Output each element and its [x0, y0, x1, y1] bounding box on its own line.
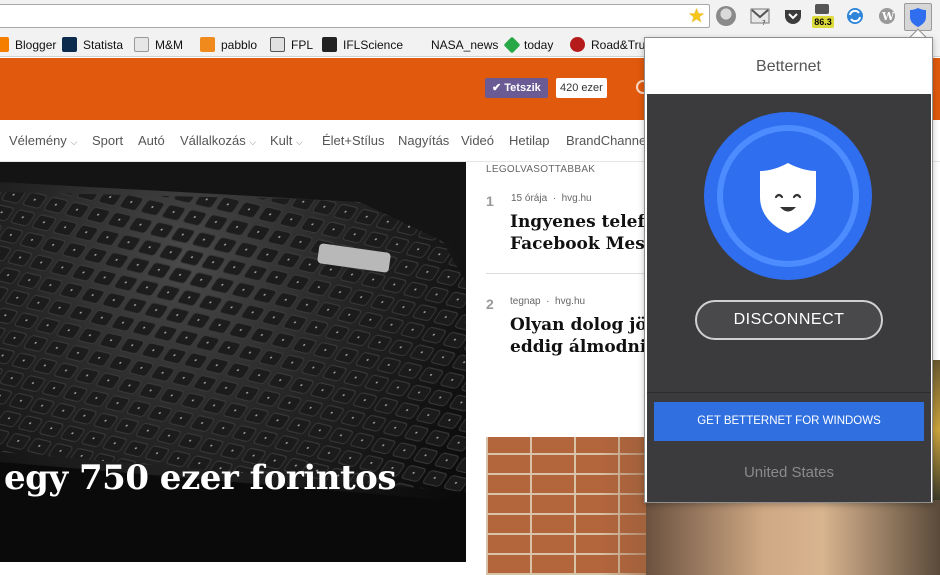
nav-item-elet-stilus[interactable]: Élet+Stílus — [322, 133, 385, 148]
statista-icon — [62, 37, 77, 52]
bookmark-roadtrip[interactable]: Road&Tru — [570, 36, 645, 53]
bookmark-label: pabblo — [221, 37, 258, 52]
laptop-photo — [0, 162, 466, 562]
extension-badge: 86.3 — [812, 16, 834, 28]
ring-mid — [717, 125, 859, 267]
pocket-icon[interactable] — [783, 6, 803, 26]
bookmark-label: M&M — [155, 37, 183, 52]
rank-number: 2 — [486, 296, 494, 312]
bookmark-star-icon[interactable]: ★ — [688, 6, 705, 26]
rocket-icon — [322, 37, 337, 52]
article-source: hvg.hu — [561, 193, 592, 204]
article-time: tegnap — [510, 296, 541, 307]
betternet-icon[interactable] — [904, 3, 932, 31]
browser-toolbar: ★ ? 86.3 W — [0, 0, 940, 32]
chevron-down-icon: ⌵ — [249, 137, 257, 147]
bookmark-iflscience[interactable]: IFLScience — [322, 36, 403, 53]
nav-label: Vállalkozás — [180, 133, 246, 148]
person-photo[interactable] — [646, 500, 940, 575]
popup-title: Betternet — [756, 58, 821, 75]
nav-item-brandchannel[interactable]: BrandChannel — [566, 133, 649, 148]
nav-item-auto[interactable]: Autó — [138, 133, 165, 148]
profile-face-icon[interactable] — [716, 6, 736, 26]
nav-item-kult[interactable]: Kult ⌵ — [270, 133, 303, 148]
ring-inner — [723, 131, 853, 261]
bookmark-label: FPL — [291, 37, 314, 52]
article-time: 15 órája — [511, 193, 548, 204]
nav-item-video[interactable]: Videó — [461, 133, 494, 148]
bookmark-fpl[interactable]: FPL — [270, 36, 313, 53]
bookmark-mm[interactable]: M&M — [134, 36, 183, 53]
betternet-popup: Betternet DISCONNECT GET BETTERNET FOR W… — [644, 37, 933, 503]
side-photo-strip — [932, 360, 940, 500]
smiling-shield-icon — [760, 163, 816, 233]
nav-label: Kult — [270, 133, 293, 148]
chevron-down-icon: ⌵ — [296, 137, 303, 147]
bookmark-label: Road&Tru — [591, 37, 646, 52]
nav-item-vallalkozas[interactable]: Vállalkozás ⌵ — [180, 133, 256, 148]
get-windows-button[interactable]: GET BETTERNET FOR WINDOWS — [654, 402, 924, 441]
bookmark-label: IFLScience — [343, 37, 404, 52]
mm-icon — [134, 37, 149, 52]
most-read-heading: LEGOLVASOTTABBAK — [486, 164, 596, 175]
bookmark-label: Statista — [83, 37, 124, 52]
popup-body: DISCONNECT GET BETTERNET FOR WINDOWS Uni… — [647, 94, 931, 502]
bookmark-blogger[interactable]: Blogger — [0, 36, 56, 53]
connection-status-ring — [704, 112, 872, 280]
photo-shade — [600, 437, 646, 575]
bookmark-today[interactable]: today — [503, 36, 554, 53]
bookmark-label: NASA_news — [431, 37, 499, 52]
chevron-down-icon: ⌵ — [70, 137, 78, 147]
bookmark-pabblo[interactable]: pabblo — [200, 36, 257, 53]
rank-number: 1 — [486, 193, 494, 209]
pabblo-icon — [200, 37, 215, 52]
article-meta: tegnap · hvg.hu — [510, 296, 586, 307]
bookmark-label: today — [524, 37, 554, 52]
today-icon — [503, 36, 521, 53]
disconnect-button[interactable]: DISCONNECT — [695, 300, 883, 340]
article-meta: 15 órája · hvg.hu — [511, 193, 592, 204]
badge-extension-icon[interactable]: 86.3 — [812, 4, 834, 28]
divider — [486, 273, 646, 274]
nav-label: Vélemény — [9, 133, 67, 148]
sync-icon[interactable] — [845, 6, 865, 26]
divider — [647, 392, 931, 393]
svg-text:?: ? — [762, 19, 766, 26]
like-count: 420 ezer — [556, 78, 607, 98]
blogger-icon — [0, 37, 9, 52]
wordpress-icon[interactable]: W — [877, 6, 897, 26]
svg-text:W: W — [881, 10, 895, 23]
like-button[interactable]: ✔ Tetszik — [485, 78, 548, 98]
location-label[interactable]: United States — [647, 464, 931, 481]
article-source: hvg.hu — [555, 296, 586, 307]
nav-item-hetilap[interactable]: Hetilap — [509, 133, 549, 148]
nav-item-nagyitas[interactable]: Nagyítás — [398, 133, 449, 148]
gmail-notifier-icon[interactable]: ? — [750, 6, 770, 27]
hero-title[interactable]: egy 750 ezer forintos — [4, 458, 397, 498]
bookmark-statista[interactable]: Statista — [62, 36, 123, 53]
address-bar[interactable]: ★ — [0, 4, 710, 28]
roadtrip-icon — [570, 37, 585, 52]
hero-image[interactable] — [0, 162, 466, 562]
nav-item-velemeny[interactable]: Vélemény ⌵ — [9, 133, 77, 148]
fpl-icon — [270, 37, 285, 52]
bookmark-label: Blogger — [15, 37, 57, 52]
bookmark-nasa-news[interactable]: NASA_news — [431, 36, 498, 53]
nav-item-sport[interactable]: Sport — [92, 133, 123, 148]
